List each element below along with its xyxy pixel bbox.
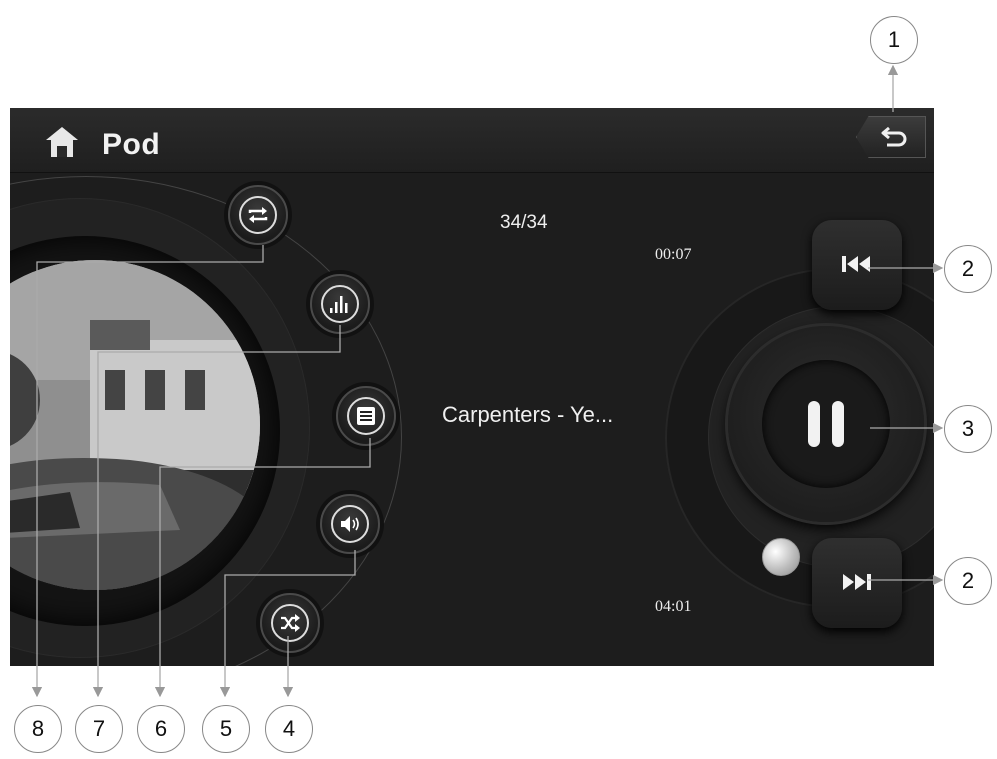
title-bar: Pod bbox=[10, 108, 934, 173]
home-icon[interactable] bbox=[44, 124, 80, 160]
back-arrow-icon bbox=[881, 126, 907, 147]
next-track-icon bbox=[843, 574, 871, 590]
elapsed-time: 00:07 bbox=[655, 246, 692, 263]
callout-2-next: 2 bbox=[944, 557, 992, 605]
total-time: 04:01 bbox=[655, 598, 692, 615]
volume-button[interactable] bbox=[320, 494, 380, 554]
repeat-button[interactable] bbox=[228, 185, 288, 245]
shuffle-icon bbox=[281, 614, 300, 632]
callout-1: 1 bbox=[870, 16, 918, 64]
callout-3: 3 bbox=[944, 405, 992, 453]
callout-6: 6 bbox=[137, 705, 185, 753]
callout-5: 5 bbox=[202, 705, 250, 753]
track-title: Carpenters - Ye... bbox=[442, 402, 614, 427]
back-button[interactable] bbox=[856, 116, 926, 158]
next-track-button[interactable] bbox=[812, 538, 902, 628]
previous-track-button[interactable] bbox=[812, 220, 902, 310]
callout-7: 7 bbox=[75, 705, 123, 753]
callout-2-prev: 2 bbox=[944, 245, 992, 293]
volume-icon bbox=[341, 516, 359, 532]
callout-8: 8 bbox=[14, 705, 62, 753]
seek-knob[interactable] bbox=[762, 538, 800, 576]
equalizer-button[interactable] bbox=[310, 274, 370, 334]
callout-4: 4 bbox=[265, 705, 313, 753]
pause-bar-left bbox=[808, 401, 820, 447]
shuffle-button[interactable] bbox=[260, 593, 320, 653]
player-screen: Pod 34/34 00:07 Carpenters - Ye... 04:01 bbox=[10, 108, 934, 666]
previous-track-icon bbox=[842, 256, 870, 272]
playlist-icon bbox=[357, 407, 375, 425]
track-counter: 34/34 bbox=[500, 212, 548, 233]
repeat-icon bbox=[248, 207, 268, 223]
equalizer-icon bbox=[330, 296, 348, 313]
pause-bar-right bbox=[832, 401, 844, 447]
page-title: Pod bbox=[102, 128, 161, 161]
playlist-button[interactable] bbox=[336, 386, 396, 446]
pause-icon[interactable] bbox=[762, 360, 890, 488]
